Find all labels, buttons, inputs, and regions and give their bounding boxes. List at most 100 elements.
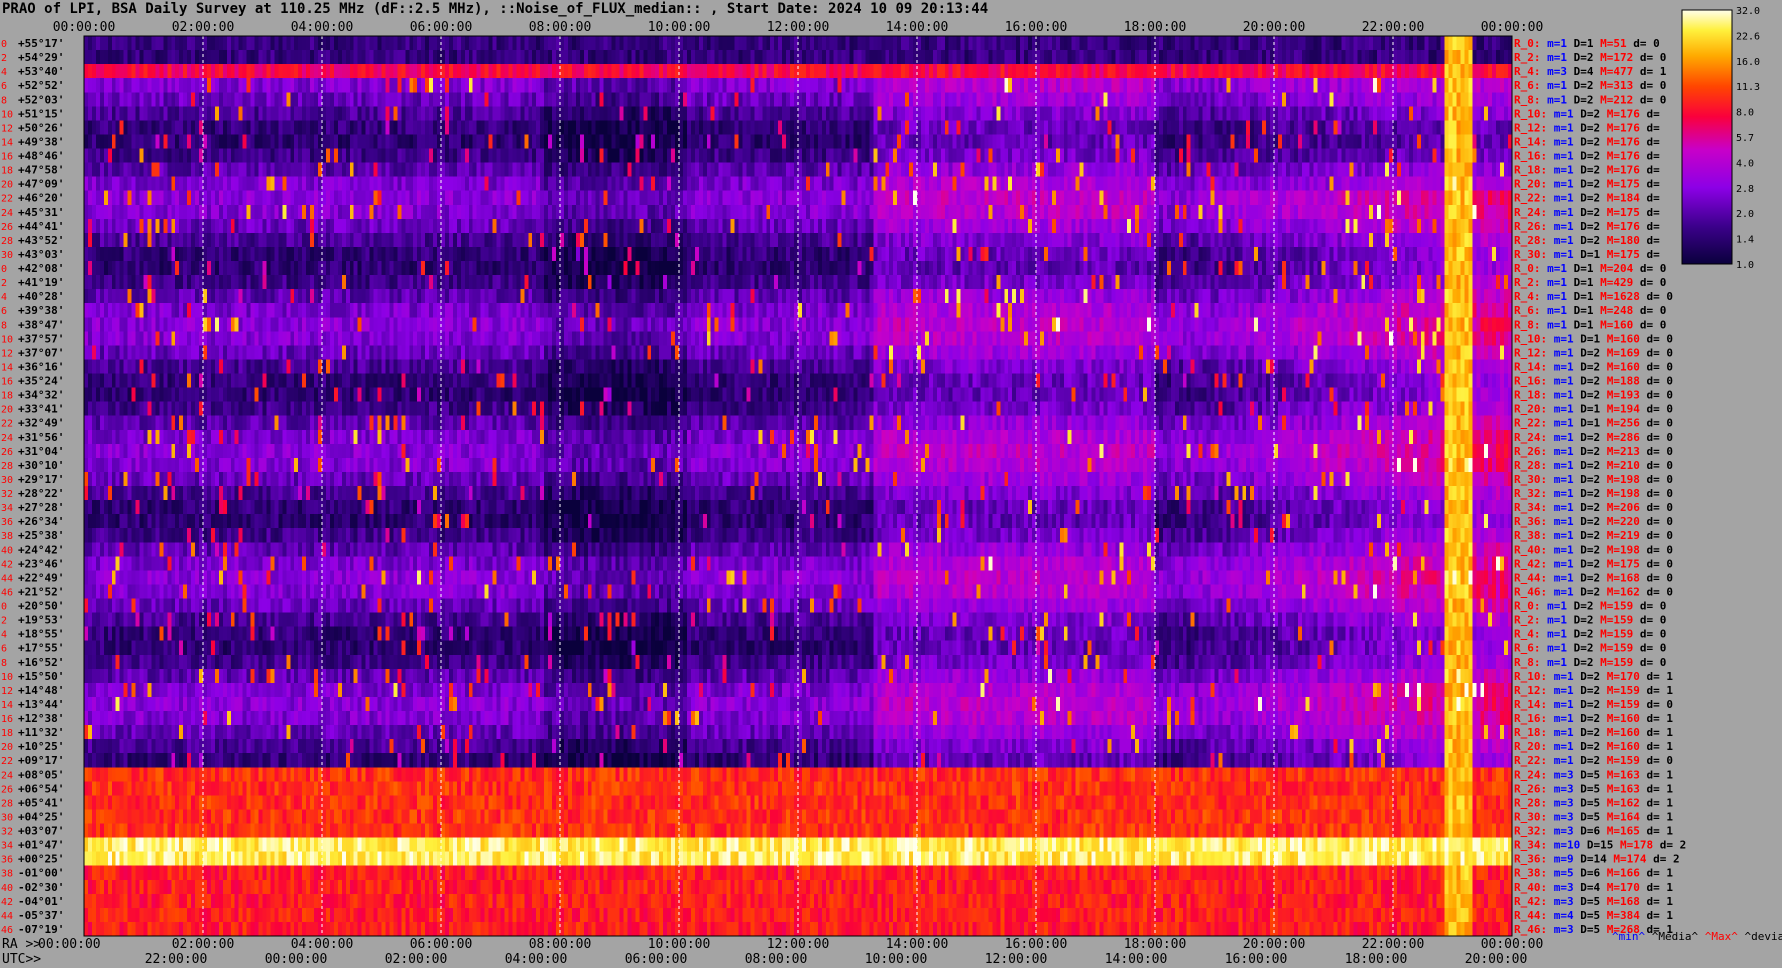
stat-value: m=3	[1547, 881, 1574, 894]
stat-value: R_36:	[1514, 515, 1547, 528]
row-stats: R_28: m=1 D=2 M=210 d= 0	[1514, 459, 1673, 472]
stat-value: M=170	[1600, 881, 1640, 894]
stat-value: d= 0	[1640, 360, 1673, 373]
stat-value: R_8:	[1514, 656, 1541, 669]
row-stats: R_30: m=3 D=5 M=164 d= 1	[1514, 810, 1673, 823]
declination-label: +45°31'	[18, 206, 64, 219]
row-stats: R_28: m=1 D=2 M=180 d=	[1514, 234, 1660, 247]
row-id-label: 8	[1, 95, 7, 106]
stat-value: R_32:	[1514, 825, 1547, 838]
stat-value: R_2:	[1514, 51, 1541, 64]
declination-label: +54°29'	[18, 51, 64, 64]
row-id-label: 42	[1, 897, 13, 908]
x-top-tick-label: 08:00:00	[529, 20, 592, 35]
stat-value: m=10	[1547, 839, 1580, 852]
row-id-label: 2	[1, 616, 7, 627]
row-stats: R_12: m=1 D=2 M=169 d= 0	[1514, 346, 1673, 359]
stat-value: M=51	[1594, 37, 1627, 50]
stat-value: m=1	[1547, 107, 1574, 120]
declination-label: +35°24'	[18, 375, 64, 388]
stat-value: M=175	[1600, 248, 1640, 261]
row-id-label: 28	[1, 236, 13, 247]
stat-value: d= 1	[1640, 895, 1673, 908]
stats-legend-item: ^min^	[1612, 930, 1645, 943]
row-stats: R_42: m=3 D=5 M=168 d= 1	[1514, 895, 1673, 908]
x-top-tick-label: 04:00:00	[291, 20, 354, 35]
stat-value: d=	[1640, 206, 1660, 219]
stat-value: R_28:	[1514, 796, 1547, 809]
declination-label: +19°53'	[18, 614, 64, 627]
stat-value: m=1	[1547, 403, 1574, 416]
stat-value: M=163	[1600, 768, 1640, 781]
row-stats: R_22: m=1 D=2 M=184 d=	[1514, 192, 1660, 205]
x-bottom-ra-tick: 20:00:00	[1243, 937, 1306, 952]
row-id-label: 0	[1, 264, 7, 275]
stat-value: m=3	[1547, 895, 1574, 908]
stat-value: D=2	[1567, 79, 1594, 92]
stat-value: M=176	[1600, 220, 1640, 233]
row-id-label: 12	[1, 686, 13, 697]
stat-value: d= 0	[1633, 262, 1666, 275]
stat-value: R_34:	[1514, 501, 1547, 514]
stat-value: D=2	[1574, 726, 1601, 739]
colorbar-tick-label: 8.0	[1736, 108, 1754, 119]
stat-value: R_0:	[1514, 600, 1541, 613]
row-id-label: 6	[1, 81, 7, 92]
stat-value: M=175	[1600, 206, 1640, 219]
stat-value: M=1628	[1594, 290, 1640, 303]
stat-value: R_18:	[1514, 164, 1547, 177]
stat-value: m=1	[1547, 417, 1574, 430]
stat-value: M=248	[1594, 304, 1634, 317]
stat-value: D=2	[1574, 529, 1601, 542]
declination-label: +05°41'	[18, 796, 64, 809]
declination-label: +37°57'	[18, 332, 64, 345]
stat-value: d= 0	[1640, 487, 1673, 500]
stat-value: M=159	[1594, 600, 1634, 613]
stat-value: d= 0	[1640, 403, 1673, 416]
stat-value: D=2	[1574, 585, 1601, 598]
stat-value: D=1	[1567, 290, 1594, 303]
stat-value: M=170	[1600, 670, 1640, 683]
x-top-tick-label: 12:00:00	[767, 20, 830, 35]
stat-value: D=5	[1574, 796, 1601, 809]
declination-label: +38°47'	[18, 318, 64, 331]
declination-label: +28°22'	[18, 487, 64, 500]
stat-value: d= 0	[1640, 515, 1673, 528]
stat-value: M=212	[1594, 93, 1634, 106]
stat-value: R_4:	[1514, 290, 1541, 303]
x-bottom-utc-tick: 20:00:00	[1465, 952, 1528, 967]
declination-label: +25°38'	[18, 529, 64, 542]
stat-value: m=1	[1547, 360, 1574, 373]
stat-value: M=162	[1600, 796, 1640, 809]
stat-value: M=165	[1600, 825, 1640, 838]
stat-value: d=	[1640, 192, 1660, 205]
declination-label: +41°19'	[18, 276, 64, 289]
stat-value: D=2	[1574, 557, 1601, 570]
stat-value: R_22:	[1514, 417, 1547, 430]
row-stats: R_6: m=1 D=2 M=159 d= 0	[1514, 642, 1666, 655]
row-id-label: 38	[1, 869, 13, 880]
colorbar	[1681, 9, 1733, 265]
stat-value: m=1	[1541, 79, 1568, 92]
row-stats: R_4: m=3 D=4 M=477 d= 1	[1514, 65, 1667, 78]
declination-label: +37°07'	[18, 346, 64, 359]
stat-value: D=6	[1574, 867, 1601, 880]
stat-value: d= 1	[1640, 740, 1673, 753]
declination-label: +08°05'	[18, 768, 64, 781]
stat-value: D=2	[1574, 459, 1601, 472]
row-id-label: 20	[1, 742, 13, 753]
stat-value: m=3	[1547, 810, 1574, 823]
row-id-label: 30	[1, 475, 13, 486]
row-stats: R_18: m=1 D=2 M=176 d=	[1514, 164, 1660, 177]
row-stats: R_4: m=1 D=2 M=159 d= 0	[1514, 628, 1666, 641]
stat-value: D=1	[1567, 276, 1594, 289]
row-id-label: 46	[1, 925, 13, 936]
declination-label: +11°32'	[18, 726, 64, 739]
stat-value: D=1	[1574, 248, 1601, 261]
stat-value: M=160	[1594, 318, 1634, 331]
declination-label: +27°28'	[18, 501, 64, 514]
stat-value: d=	[1640, 178, 1660, 191]
row-stats: R_0: m=1 D=1 M=51 d= 0	[1514, 37, 1660, 50]
stat-value: M=168	[1600, 571, 1640, 584]
declination-label: +55°17'	[18, 37, 64, 50]
